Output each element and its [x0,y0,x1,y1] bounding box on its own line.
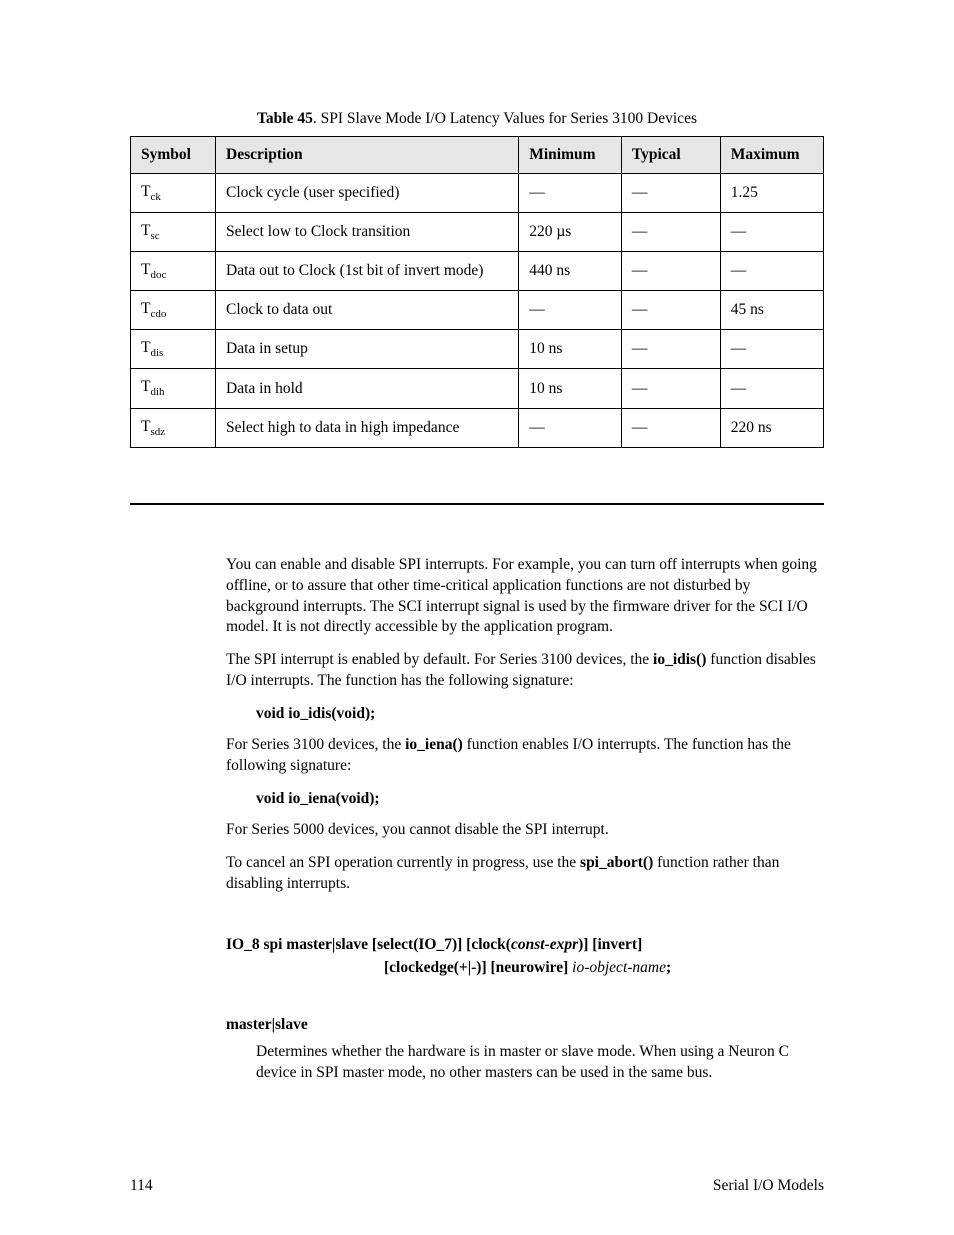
cell-min: — [519,291,622,330]
syntax-line-2: [clockedge(+|-)] [neurowire] io-object-n… [384,956,824,979]
table-row: Tsc Select low to Clock transition 220 µ… [131,213,824,252]
table-body: Tck Clock cycle (user specified) — — 1.2… [131,174,824,448]
cell-typ: — [621,408,720,447]
cell-symbol: Tdoc [131,252,216,291]
th-symbol: Symbol [131,137,216,174]
paragraph: You can enable and disable SPI interrupt… [226,555,824,639]
th-minimum: Minimum [519,137,622,174]
paragraph: For Series 5000 devices, you cannot disa… [226,820,824,841]
latency-table: Symbol Description Minimum Typical Maxim… [130,136,824,448]
cell-desc: Data in setup [216,330,519,369]
th-typical: Typical [621,137,720,174]
table-caption: Table 45. SPI Slave Mode I/O Latency Val… [130,110,824,128]
page-number: 114 [130,1177,153,1195]
body-text: You can enable and disable SPI interrupt… [226,555,824,1084]
table-head: Symbol Description Minimum Typical Maxim… [131,137,824,174]
table-header-row: Symbol Description Minimum Typical Maxim… [131,137,824,174]
cell-max: — [720,213,823,252]
signature-io-idis: void io_idis(void); [256,704,824,725]
cell-symbol: Tdis [131,330,216,369]
cell-symbol: Tsc [131,213,216,252]
cell-max: 220 ns [720,408,823,447]
cell-desc: Data in hold [216,369,519,408]
section-rule [130,503,824,505]
paragraph: To cancel an SPI operation currently in … [226,853,824,895]
fn-io-idis: io_idis() [653,651,706,668]
cell-max: — [720,252,823,291]
page-footer: 114 Serial I/O Models [130,1177,824,1195]
cell-symbol: Tcdo [131,291,216,330]
cell-symbol: Tck [131,174,216,213]
fn-io-iena: io_iena() [405,736,463,753]
table-row: Tsdz Select high to data in high impedan… [131,408,824,447]
table-row: Tcdo Clock to data out — — 45 ns [131,291,824,330]
syntax-line-1: IO_8 spi master|slave [select(IO_7)] [cl… [226,933,824,956]
page: Table 45. SPI Slave Mode I/O Latency Val… [0,0,954,1235]
paragraph: The SPI interrupt is enabled by default.… [226,650,824,692]
table-row: Tdih Data in hold 10 ns — — [131,369,824,408]
table-row: Tdoc Data out to Clock (1st bit of inver… [131,252,824,291]
cell-typ: — [621,291,720,330]
cell-desc: Clock cycle (user specified) [216,174,519,213]
cell-symbol: Tsdz [131,408,216,447]
cell-desc: Data out to Clock (1st bit of invert mod… [216,252,519,291]
paragraph: For Series 3100 devices, the io_iena() f… [226,735,824,777]
fn-spi-abort: spi_abort() [580,854,653,871]
th-description: Description [216,137,519,174]
section-title: Serial I/O Models [713,1177,824,1195]
cell-typ: — [621,213,720,252]
caption-label: Table 45 [257,110,313,127]
cell-desc: Select high to data in high impedance [216,408,519,447]
cell-desc: Select low to Clock transition [216,213,519,252]
caption-text: . SPI Slave Mode I/O Latency Values for … [313,110,697,127]
cell-max: — [720,330,823,369]
cell-min: 440 ns [519,252,622,291]
cell-symbol: Tdih [131,369,216,408]
signature-io-iena: void io_iena(void); [256,789,824,810]
cell-max: 1.25 [720,174,823,213]
th-maximum: Maximum [720,137,823,174]
table-row: Tdis Data in setup 10 ns — — [131,330,824,369]
cell-min: 10 ns [519,369,622,408]
cell-typ: — [621,252,720,291]
cell-typ: — [621,330,720,369]
cell-desc: Clock to data out [216,291,519,330]
cell-max: 45 ns [720,291,823,330]
cell-min: 10 ns [519,330,622,369]
cell-max: — [720,369,823,408]
cell-min: — [519,408,622,447]
cell-min: 220 µs [519,213,622,252]
term-description: Determines whether the hardware is in ma… [256,1042,824,1084]
cell-typ: — [621,369,720,408]
cell-min: — [519,174,622,213]
term-master-slave: master|slave [226,1015,824,1036]
syntax-block: IO_8 spi master|slave [select(IO_7)] [cl… [226,933,824,980]
cell-typ: — [621,174,720,213]
table-row: Tck Clock cycle (user specified) — — 1.2… [131,174,824,213]
